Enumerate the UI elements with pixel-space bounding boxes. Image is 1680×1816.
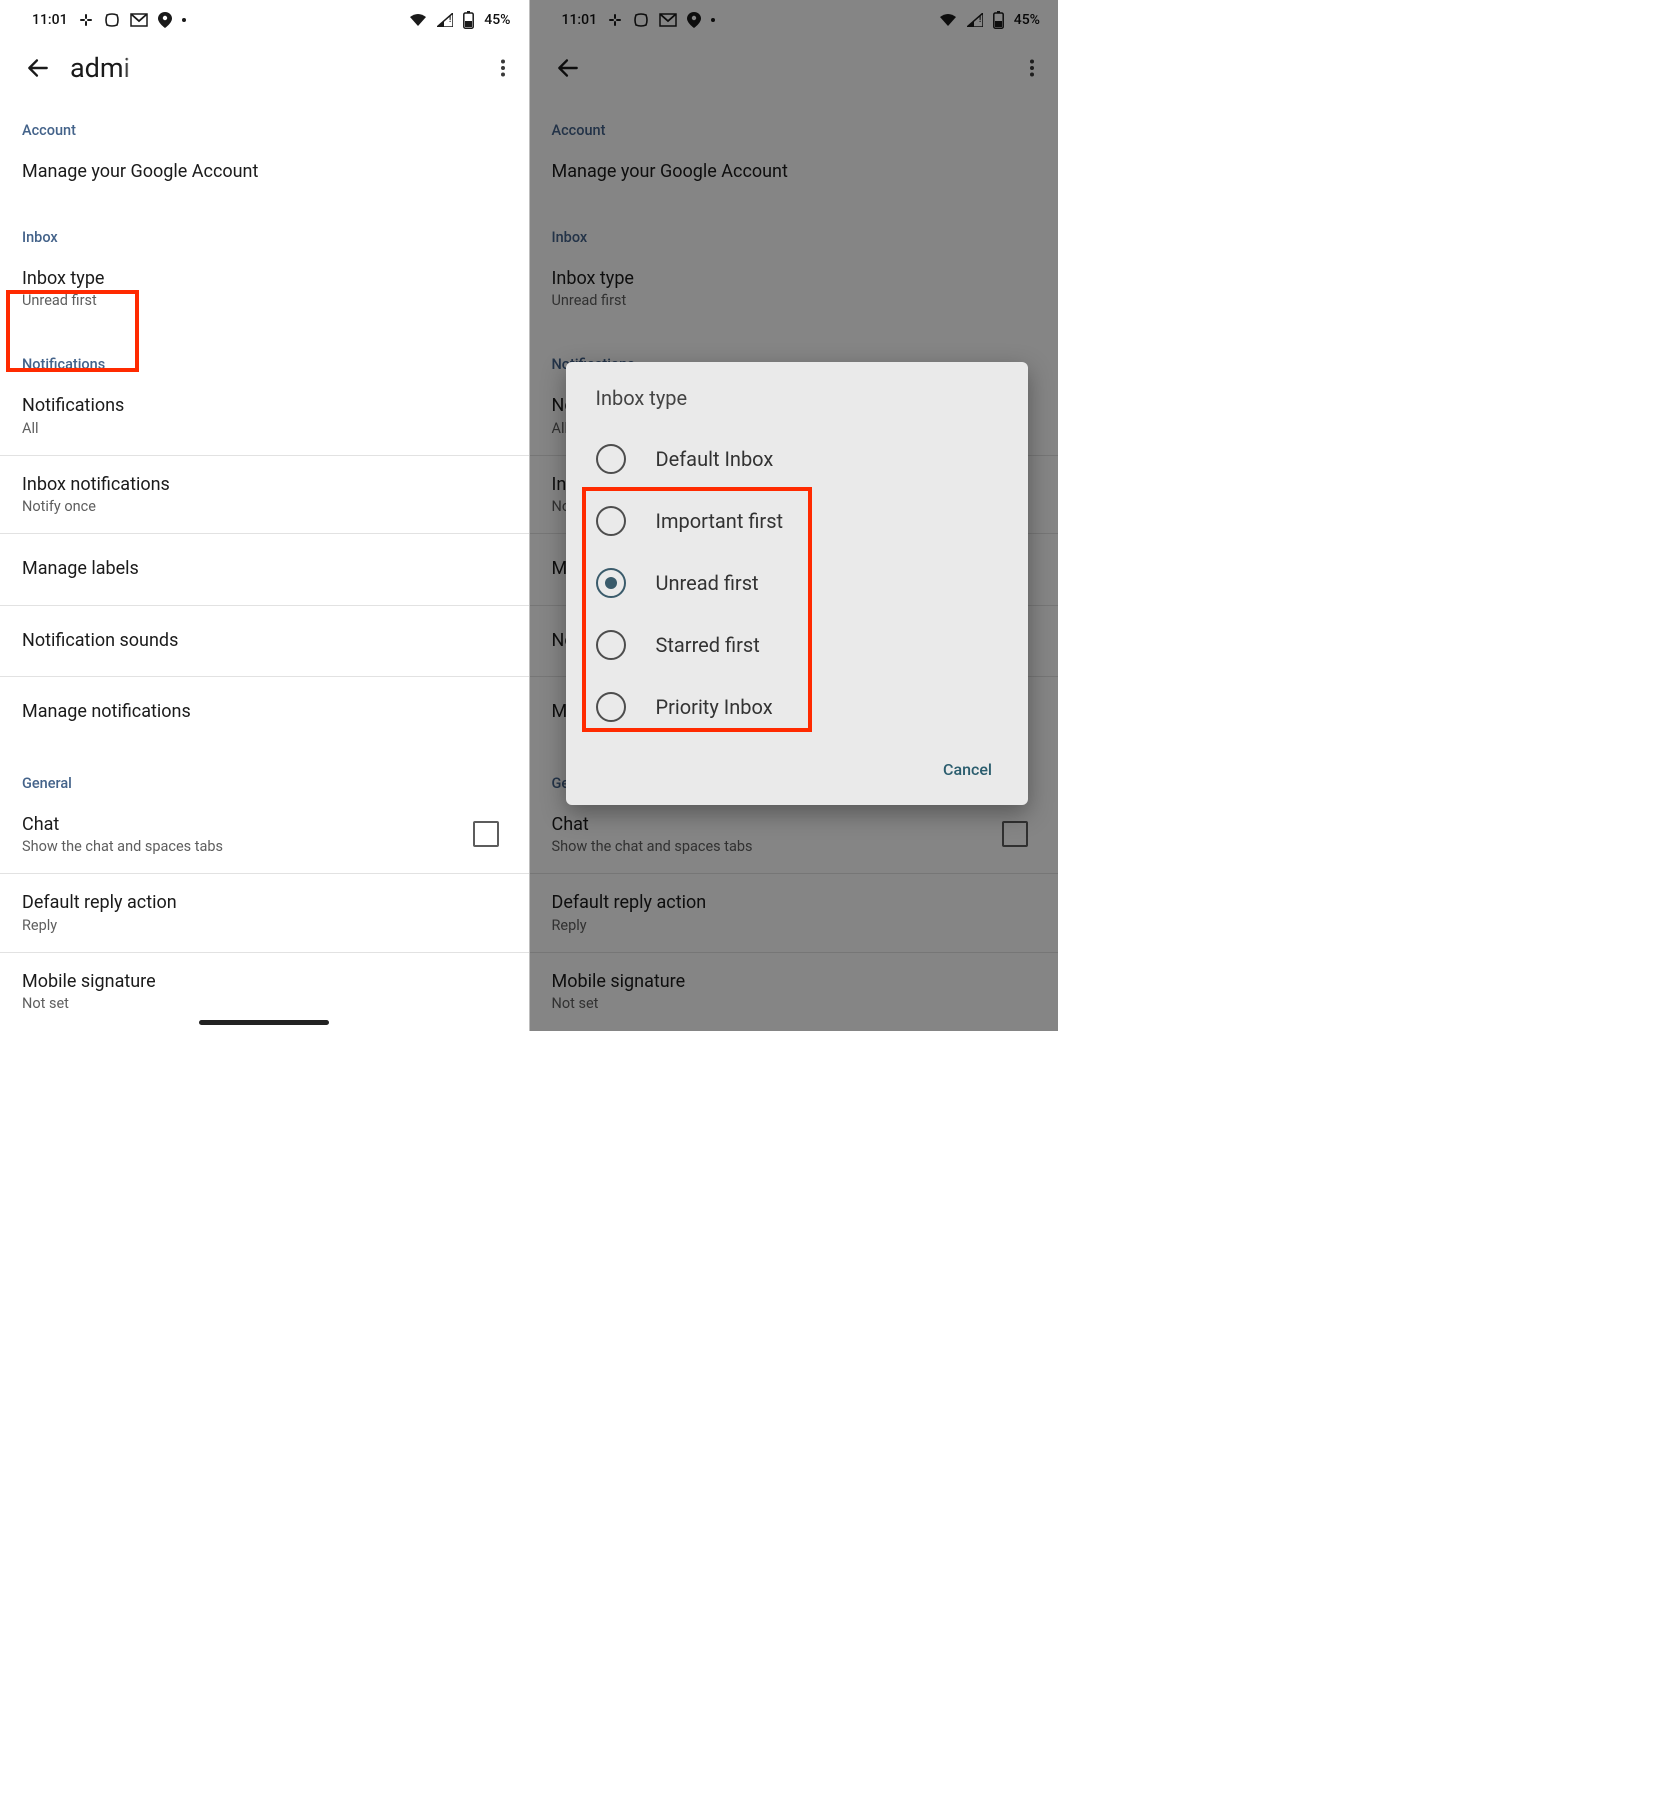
radio-icon: [596, 506, 626, 536]
row-inbox-type[interactable]: Inbox type Unread first: [0, 250, 529, 331]
gmail-icon: [130, 13, 148, 27]
back-button[interactable]: [18, 48, 58, 88]
dialog-options: Default Inbox Important first Unread fir…: [596, 428, 1007, 738]
status-battery-text: 45%: [484, 12, 510, 28]
row-title: Inbox notifications: [22, 474, 507, 497]
row-title: Mobile signature: [22, 971, 507, 994]
section-header-notifications: Notifications: [0, 330, 529, 377]
radio-icon: [596, 444, 626, 474]
screen-settings: 11:01 ! 45% admi: [0, 0, 529, 1031]
row-title: Chat: [22, 814, 473, 837]
option-important-first[interactable]: Important first: [596, 490, 1007, 552]
option-priority-inbox[interactable]: Priority Inbox: [596, 676, 1007, 738]
option-label: Priority Inbox: [656, 695, 773, 719]
row-subtitle: All: [22, 420, 507, 437]
radio-icon: [596, 630, 626, 660]
option-unread-first[interactable]: Unread first: [596, 552, 1007, 614]
section-header-inbox: Inbox: [0, 203, 529, 250]
screen-dialog: 11:01 ! 45% Account: [529, 0, 1059, 1031]
option-label: Starred first: [656, 633, 760, 657]
option-label: Unread first: [656, 571, 759, 595]
row-title: Notifications: [22, 395, 507, 418]
row-subtitle: Not set: [22, 995, 507, 1012]
row-subtitle: Notify once: [22, 498, 507, 515]
inbox-type-dialog: Inbox type Default Inbox Important first…: [566, 362, 1029, 805]
cancel-button[interactable]: Cancel: [933, 752, 1002, 787]
row-subtitle: Unread first: [22, 292, 507, 309]
row-notifications[interactable]: Notifications All: [0, 377, 529, 456]
overflow-menu-button[interactable]: [483, 48, 523, 88]
row-title: Notification sounds: [22, 630, 507, 653]
row-title: Manage your Google Account: [22, 161, 507, 184]
row-manage-labels[interactable]: Manage labels: [0, 534, 529, 606]
option-label: Important first: [656, 509, 784, 533]
row-manage-account[interactable]: Manage your Google Account: [0, 143, 529, 203]
radio-icon: [596, 568, 626, 598]
dialog-title: Inbox type: [596, 386, 1007, 410]
row-notification-sounds[interactable]: Notification sounds: [0, 606, 529, 678]
row-title: Manage notifications: [22, 701, 507, 724]
row-inbox-notifications[interactable]: Inbox notifications Notify once: [0, 456, 529, 535]
more-vertical-icon: [493, 58, 513, 78]
row-title: Inbox type: [22, 268, 507, 291]
section-header-general: General: [0, 749, 529, 796]
battery-icon: [463, 11, 474, 29]
row-manage-notifications[interactable]: Manage notifications: [0, 677, 529, 749]
row-default-reply[interactable]: Default reply action Reply: [0, 874, 529, 953]
option-default-inbox[interactable]: Default Inbox: [596, 428, 1007, 490]
page-title-text: adm: [70, 52, 124, 84]
row-title: Manage labels: [22, 558, 507, 581]
app-bar: admi: [0, 40, 529, 96]
page-title: admi: [70, 52, 483, 84]
option-label: Default Inbox: [656, 447, 774, 471]
svg-text:!: !: [449, 15, 451, 24]
map-pin-icon: [158, 12, 172, 28]
arrow-left-icon: [25, 55, 51, 81]
nav-bar[interactable]: [199, 1020, 329, 1025]
row-subtitle: Reply: [22, 917, 507, 934]
option-starred-first[interactable]: Starred first: [596, 614, 1007, 676]
radio-icon: [596, 692, 626, 722]
status-bar: 11:01 ! 45%: [0, 0, 529, 40]
wifi-icon: [409, 13, 427, 27]
slack-icon: [78, 12, 94, 28]
row-subtitle: Show the chat and spaces tabs: [22, 838, 473, 855]
row-chat[interactable]: Chat Show the chat and spaces tabs: [0, 796, 529, 875]
section-header-account: Account: [0, 96, 529, 143]
row-title: Default reply action: [22, 892, 507, 915]
status-time: 11:01: [32, 12, 68, 28]
status-overflow-dot: [182, 18, 186, 22]
shape-icon: [104, 12, 120, 28]
chat-checkbox[interactable]: [473, 821, 499, 847]
signal-icon: !: [437, 13, 453, 27]
